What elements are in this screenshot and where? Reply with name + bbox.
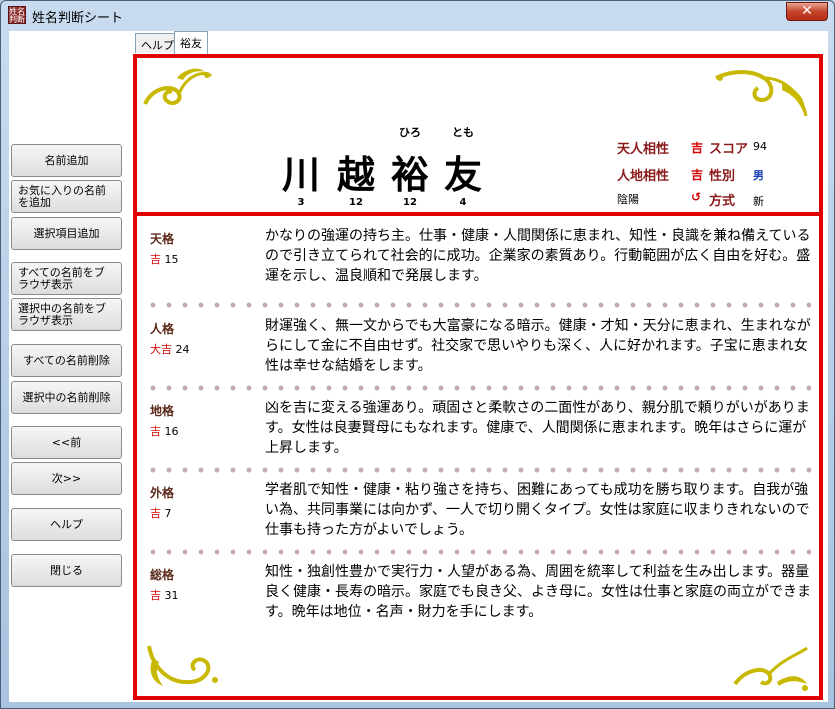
show-selected-in-browser-button[interactable]: 選択中の名前をブラウザ表示 <box>11 298 122 331</box>
name-sheet: ひろ とも 川 越 裕 友 3 12 12 4 天人相性 吉 スコア 94 人地… <box>133 54 823 700</box>
name-char-1: 川 <box>281 152 320 197</box>
entry-name: 地格 <box>150 404 175 418</box>
entry-name: 天格 <box>150 232 175 246</box>
app-icon: 姓名判断 <box>8 6 26 24</box>
name-char-4: 友 <box>443 152 482 197</box>
delete-selected-name-button[interactable]: 選択中の名前削除 <box>11 381 122 414</box>
stroke-count-4: 4 <box>459 197 467 208</box>
window-title: 姓名判断シート <box>32 11 124 26</box>
delete-all-names-button[interactable]: すべての名前削除 <box>11 344 122 377</box>
name-char-2: 越 <box>336 152 375 197</box>
show-all-in-browser-button[interactable]: すべての名前をブラウザ表示 <box>11 262 122 295</box>
entry-text: 凶を吉に変える強運あり。頑固さと柔軟さの二面性があり、親分肌で頼りがいがあります… <box>265 400 810 456</box>
jinchi-compat-label: 人地相性 <box>617 169 670 184</box>
entry-luck: 吉 31 <box>150 589 179 602</box>
close-window-button[interactable]: ✕ <box>786 2 828 21</box>
entry-luck: 吉 15 <box>150 253 179 266</box>
next-button[interactable]: 次>> <box>11 462 122 495</box>
stroke-count-2: 12 <box>349 197 363 208</box>
name-header: ひろ とも 川 越 裕 友 3 12 12 4 天人相性 吉 スコア 94 人地… <box>137 58 819 216</box>
name-char-3: 裕 <box>390 152 429 197</box>
gender-label: 性別 <box>709 169 736 184</box>
gender-value: 男 <box>753 169 764 182</box>
entry-name: 総格 <box>150 568 175 582</box>
title-bar: 姓名判断 姓名判断シート ✕ <box>1 1 834 29</box>
app-window: 姓名判断 姓名判断シート ✕ 名前追加 お気に入りの名前を追加 選択項目追加 す… <box>0 0 835 709</box>
add-selected-item-button[interactable]: 選択項目追加 <box>11 217 122 250</box>
score-value: 94 <box>753 140 767 153</box>
client-area: 名前追加 お気に入りの名前を追加 選択項目追加 すべての名前をブラウザ表示 選択… <box>9 31 828 702</box>
dotted-divider <box>145 549 811 555</box>
dotted-divider <box>145 467 811 473</box>
furigana-3: ひろ <box>399 126 421 139</box>
jinchi-compat-value: 吉 <box>691 168 704 182</box>
entry-name: 人格 <box>150 322 175 336</box>
left-panel: 名前追加 お気に入りの名前を追加 選択項目追加 すべての名前をブラウザ表示 選択… <box>9 31 127 702</box>
dotted-divider <box>145 385 811 391</box>
stroke-count-3: 12 <box>403 197 417 208</box>
entry-text: 財運強く、無一文からでも大富豪になる暗示。健康・才知・天分に恵まれ、生まれながら… <box>265 318 811 374</box>
entry-luck: 吉 16 <box>150 425 179 438</box>
help-button[interactable]: ヘルプ <box>11 508 122 541</box>
inyo-label: 陰陽 <box>617 193 639 206</box>
add-name-button[interactable]: 名前追加 <box>11 144 122 177</box>
tab-name[interactable]: 裕友 <box>174 31 208 54</box>
tenjin-compat-label: 天人相性 <box>617 142 670 157</box>
ornament-top-left-icon <box>143 68 213 105</box>
ornament-bottom-left-icon <box>147 645 218 686</box>
add-favorite-name-button[interactable]: お気に入りの名前を追加 <box>11 180 122 213</box>
ornament-top-right-icon <box>715 70 808 117</box>
dotted-divider <box>145 302 811 308</box>
entry-luck: 大吉 24 <box>150 343 190 356</box>
ornament-bottom-right-icon <box>733 646 808 691</box>
tenjin-compat-value: 吉 <box>691 141 704 155</box>
previous-button[interactable]: <<前 <box>11 426 122 459</box>
furigana-4: とも <box>452 126 474 139</box>
entry-name: 外格 <box>150 486 175 500</box>
stroke-count-1: 3 <box>297 197 305 208</box>
entry-luck: 吉 7 <box>150 507 172 520</box>
score-label: スコア <box>709 142 749 157</box>
method-value: 新 <box>753 195 764 208</box>
method-label: 方式 <box>709 194 736 209</box>
entry-text: 知性・独創性豊かで実行力・人望がある為、周囲を統率して利益を生み出します。器量良… <box>265 564 811 620</box>
entry-text: 学者肌で知性・健康・粘り強さを持ち、困難にあっても成功を勝ち取ります。自我が強い… <box>265 482 810 538</box>
close-button[interactable]: 閉じる <box>11 554 122 587</box>
entry-text: かなりの強運の持ち主。仕事・健康・人間関係に恵まれ、知性・良識を兼ね備えているの… <box>265 228 811 284</box>
inyo-icon: ↺ <box>691 190 702 204</box>
